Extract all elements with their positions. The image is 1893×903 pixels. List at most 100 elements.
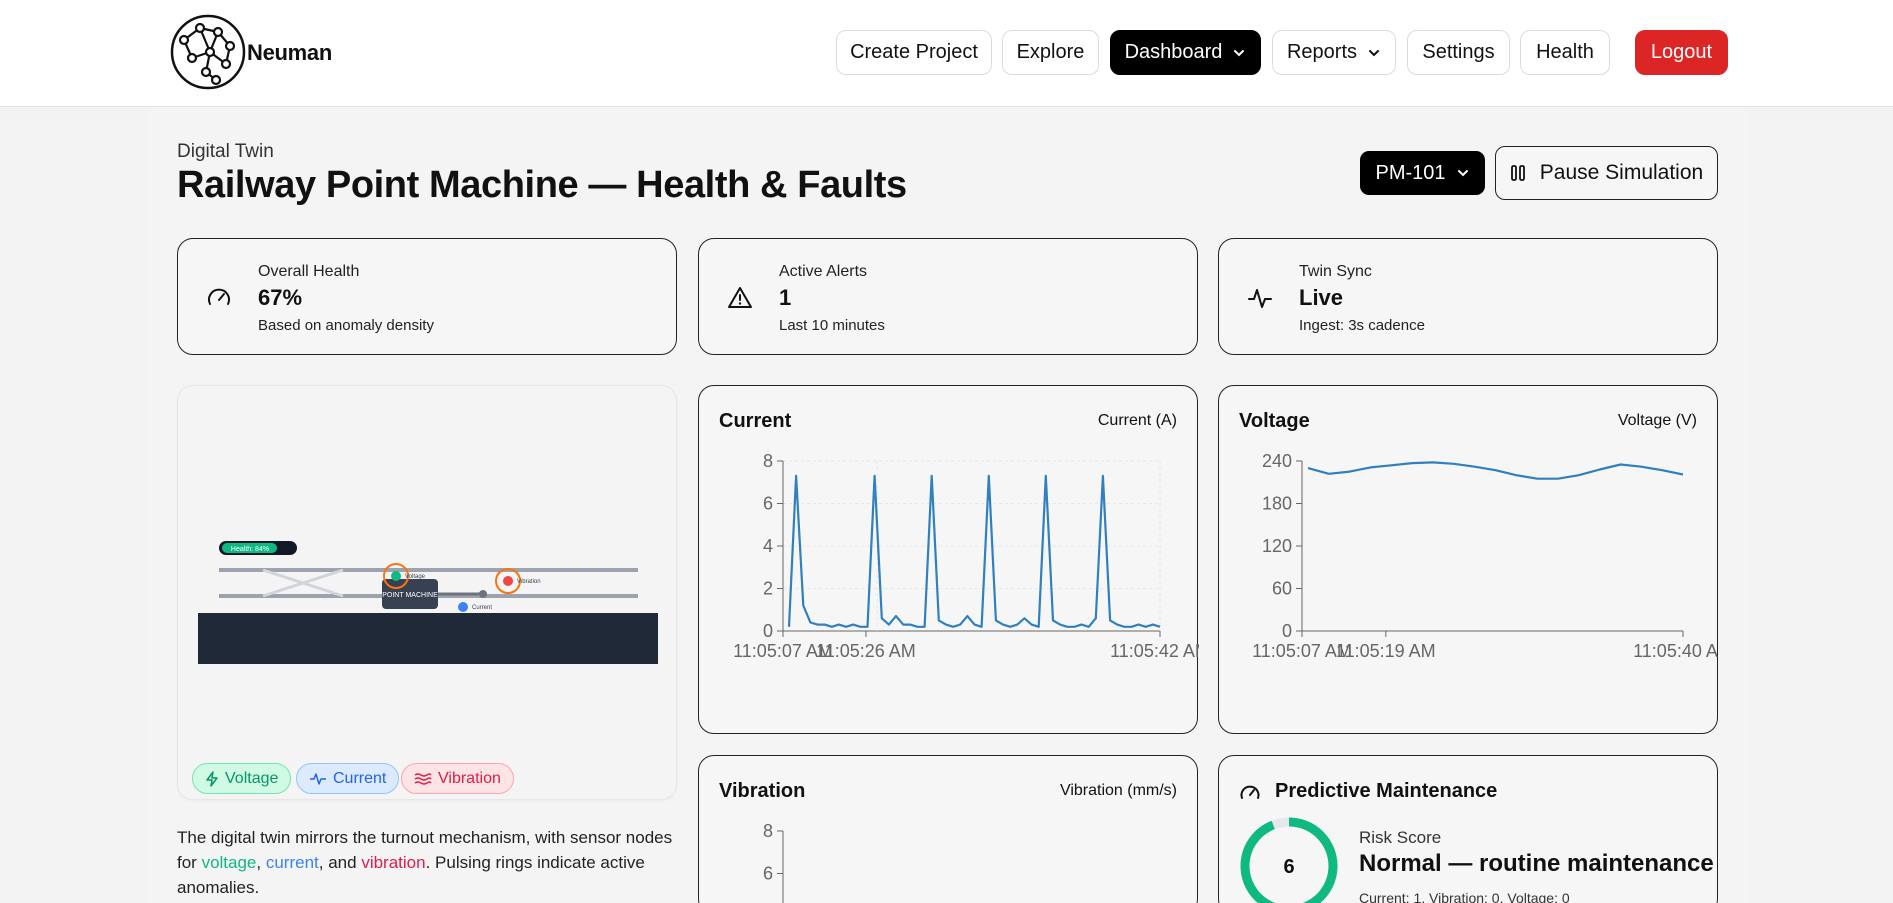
current-chip[interactable]: Current <box>296 763 400 794</box>
y-tick-label: 2 <box>763 579 773 599</box>
description-voltage: voltage <box>201 853 257 872</box>
activity-pulse-icon <box>310 772 326 785</box>
warning-triangle-icon <box>728 287 752 308</box>
voltage-chip[interactable]: Voltage <box>192 763 292 794</box>
risk-breakdown: Current: 1, Vibration: 0, Voltage: 0 <box>1359 890 1570 903</box>
y-tick-label: 0 <box>1282 621 1292 641</box>
nav-create-project-button[interactable]: Create Project <box>836 30 992 75</box>
risk-status: Normal — routine maintenance <box>1359 850 1714 877</box>
stat-sub: Based on anomaly density <box>258 317 434 334</box>
current-sensor-node[interactable] <box>458 602 468 612</box>
machine-select-value: PM-101 <box>1375 161 1446 184</box>
y-tick-label: 6 <box>763 494 773 514</box>
current-chart[interactable]: 0246811:05:07 AM11:05:26 AM11:05:42 AM <box>699 386 1199 735</box>
current-chart-card: Current Current (A) 0 2 4 6 8 11:05:07 AM 11:0… <box>698 385 1199 735</box>
description-sep: , and <box>318 853 362 872</box>
x-tick-label: 11:05:19 AM <box>1336 641 1436 661</box>
voltage-sensor-label: Voltage <box>405 574 426 580</box>
neuman-logo-icon[interactable] <box>170 14 246 90</box>
x-tick-label: 11:05:40 AM <box>1633 641 1719 661</box>
vibration-sensor-node[interactable] <box>503 576 513 586</box>
voltage-chart-card: Voltage Voltage (V) 0 60 120 180 240 11:05:07… <box>1218 385 1719 735</box>
nav-settings-label: Settings <box>1422 41 1495 63</box>
y-tick-label: 8 <box>763 821 773 841</box>
x-tick-label: 11:05:26 AM <box>816 641 916 661</box>
health-badge-text: Health: 84% <box>231 546 269 553</box>
vibration-sensor-label: Vibration <box>517 579 541 585</box>
nav-settings-button[interactable]: Settings <box>1407 30 1510 75</box>
description-current: current <box>265 853 319 872</box>
maintenance-title: Predictive Maintenance <box>1275 780 1498 802</box>
waves-icon <box>414 772 432 785</box>
brand-name[interactable]: Neuman <box>247 40 332 66</box>
stat-value: Live <box>1299 285 1344 310</box>
voltage-chip-label: Voltage <box>225 769 279 787</box>
nav-explore-button[interactable]: Explore <box>1002 30 1099 75</box>
nav-reports-label: Reports <box>1286 41 1358 63</box>
y-tick-label: 8 <box>763 451 773 471</box>
stat-label: Overall Health <box>258 263 360 280</box>
stat-value: 1 <box>779 285 792 310</box>
twin-sync-card: Twin Sync Live Ingest: 3s cadence <box>1218 238 1718 355</box>
chevron-down-icon <box>1369 49 1380 56</box>
y-tick-label: 0 <box>763 621 773 641</box>
twin-description: The digital twin mirrors the turnout mec… <box>177 825 677 900</box>
track-bed <box>198 613 658 664</box>
x-tick-label: 11:05:42 AM <box>1110 641 1199 661</box>
series-line <box>1307 461 1684 480</box>
rail-top <box>219 568 638 572</box>
nav-dashboard-dropdown[interactable]: Dashboard <box>1110 30 1261 75</box>
y-tick-label: 4 <box>763 536 773 556</box>
active-alerts-card: Active Alerts 1 Last 10 minutes <box>698 238 1198 355</box>
y-tick-label: 60 <box>1272 579 1292 599</box>
digital-twin-card: Health: 84% POINT MACHINE Voltage Vibrat… <box>177 385 677 800</box>
vibration-chart-card: Vibration Vibration (mm/s) 68 <box>698 755 1198 903</box>
risk-score-gauge: 6 <box>1240 817 1338 903</box>
stat-value: 67% <box>258 285 303 310</box>
voltage-chart[interactable]: 06012018024011:05:07 AM11:05:19 AM 11:05:… <box>1219 386 1719 735</box>
description-sep: , <box>256 853 266 872</box>
nav-dashboard-label: Dashboard <box>1124 41 1223 63</box>
current-sensor-label: Current <box>472 605 492 611</box>
lightning-icon <box>206 770 218 787</box>
vibration-chart[interactable]: 68 <box>699 756 1199 903</box>
pause-simulation-button[interactable]: Pause Simulation <box>1495 146 1718 200</box>
voltage-sensor-node[interactable] <box>391 571 401 581</box>
vibration-chip[interactable]: Vibration <box>401 763 514 794</box>
stat-label: Active Alerts <box>779 263 868 280</box>
overall-health-card: Overall Health 67% Based on anomaly dens… <box>177 238 677 355</box>
page-title: Railway Point Machine — Health & Faults <box>177 164 907 206</box>
nav-health-label: Health <box>1536 41 1594 63</box>
page-eyebrow: Digital Twin <box>177 141 274 162</box>
activity-pulse-icon <box>1248 289 1272 308</box>
y-tick-label: 180 <box>1262 494 1292 514</box>
description-vibration: vibration <box>361 853 426 872</box>
risk-score-value: 6 <box>1283 856 1294 878</box>
drive-rod-joint <box>479 590 487 598</box>
stat-sub: Last 10 minutes <box>779 317 885 334</box>
current-chip-label: Current <box>333 769 387 787</box>
y-tick-label: 6 <box>763 864 773 884</box>
logout-label: Logout <box>1650 41 1713 63</box>
risk-label: Risk Score <box>1359 828 1442 847</box>
gauge-icon <box>1240 785 1260 799</box>
nav-explore-label: Explore <box>1016 41 1085 63</box>
nav-create-project-label: Create Project <box>850 41 978 63</box>
point-machine-label: POINT MACHINE <box>382 592 438 599</box>
logout-button[interactable]: Logout <box>1635 30 1728 75</box>
machine-select[interactable]: PM-101 <box>1360 151 1485 195</box>
top-navbar: Neuman Create Project Explore Dashboard … <box>0 0 1893 107</box>
digital-twin-scene[interactable]: Health: 84% POINT MACHINE Voltage Vibrat… <box>178 386 678 801</box>
chevron-down-icon <box>1234 49 1245 56</box>
y-tick-label: 240 <box>1262 451 1292 471</box>
vibration-chip-label: Vibration <box>438 769 501 787</box>
gauge-icon <box>208 288 230 305</box>
series-line <box>787 474 1161 628</box>
nav-health-button[interactable]: Health <box>1520 30 1610 75</box>
pause-simulation-label: Pause Simulation <box>1539 161 1704 184</box>
stat-sub: Ingest: 3s cadence <box>1299 317 1425 334</box>
pause-icon <box>1510 165 1525 181</box>
y-tick-label: 120 <box>1262 536 1292 556</box>
nav-reports-dropdown[interactable]: Reports <box>1272 30 1396 75</box>
predictive-maintenance-card: Predictive Maintenance 6 Risk Score Norm… <box>1218 755 1718 903</box>
